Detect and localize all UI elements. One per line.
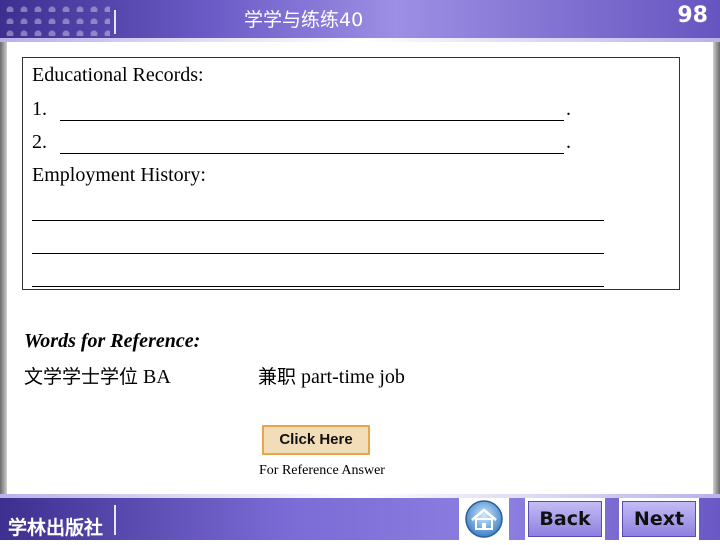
employment-history-label: Employment History:: [32, 164, 206, 186]
employment-blank-1: [32, 220, 604, 221]
reference-item-part-time: 兼职 part-time job: [258, 362, 405, 389]
employment-blank-3: [32, 286, 604, 287]
reference-answer-caption: For Reference Answer: [259, 463, 385, 478]
education-blank-2: [60, 153, 564, 154]
reference-item-ba-chinese: 文学学士学位: [24, 366, 139, 388]
reference-heading: Words for Reference:: [24, 330, 201, 352]
hex-pattern-decoration: [0, 0, 110, 38]
top-divider: [114, 10, 116, 34]
bottom-divider: [114, 505, 116, 535]
next-button-label: Next: [622, 501, 696, 537]
reference-item-ba: 文学学士学位 BA: [24, 362, 171, 389]
education-blank-2-period: .: [566, 131, 571, 153]
back-button[interactable]: Back: [525, 498, 605, 540]
right-side-strip: [713, 42, 720, 498]
click-here-button[interactable]: Click Here: [262, 425, 370, 455]
slide-title: 学学与练练40: [244, 9, 364, 31]
next-button[interactable]: Next: [619, 498, 699, 540]
bottom-bar: [0, 498, 720, 540]
home-icon: [465, 500, 503, 538]
item-2-number: 2.: [32, 131, 47, 153]
back-button-label: Back: [528, 501, 602, 537]
education-blank-1-period: .: [566, 98, 571, 120]
employment-blank-2: [32, 253, 604, 254]
item-1-number: 1.: [32, 98, 47, 120]
reference-item-part-time-chinese: 兼职: [258, 366, 297, 388]
left-side-strip: [0, 42, 7, 498]
reference-item-part-time-english: part-time job: [296, 366, 405, 388]
educational-records-label: Educational Records:: [32, 64, 204, 86]
education-blank-1: [60, 120, 564, 121]
home-button[interactable]: [459, 498, 509, 540]
top-accent-line: [0, 38, 720, 42]
form-box: Educational Records: 1. . 2. . Employmen…: [22, 57, 680, 290]
page-number: 98: [677, 3, 708, 28]
top-banner: 学学与练练40 98: [0, 0, 720, 38]
publisher-name: 学林出版社: [8, 517, 104, 539]
reference-item-ba-english: BA: [138, 366, 171, 388]
